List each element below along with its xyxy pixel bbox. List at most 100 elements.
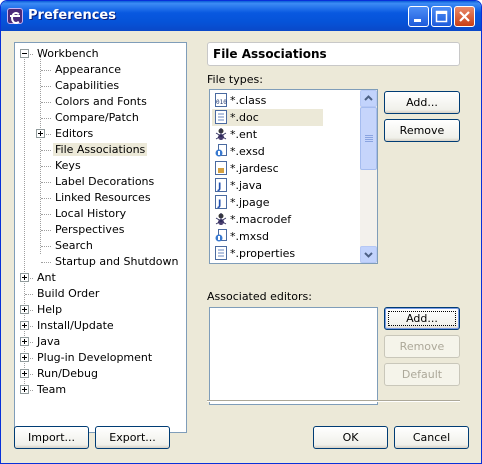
list-item[interactable]: *.mxsd	[212, 228, 323, 245]
list-item[interactable]: *.macrodef	[212, 211, 323, 228]
import-button[interactable]: Import...	[14, 426, 89, 449]
tree-connector	[41, 150, 51, 151]
list-item[interactable]: J *.java	[212, 177, 323, 194]
maximize-icon	[435, 10, 448, 23]
collapse-icon[interactable]	[20, 49, 29, 58]
expand-icon[interactable]	[20, 337, 29, 346]
chevron-down-icon	[364, 252, 373, 258]
tree-item[interactable]: Java	[35, 334, 62, 350]
tree-item-label: Java	[37, 335, 61, 348]
tree-item-label: Linked Resources	[55, 191, 151, 204]
file-type-label: *.java	[230, 179, 263, 192]
list-item[interactable]: *.jardesc	[212, 160, 323, 177]
tree-item[interactable]: Startup and Shutdown	[53, 254, 180, 270]
expand-icon[interactable]	[20, 321, 29, 330]
list-item[interactable]: *.ent	[212, 126, 323, 143]
eclipse-app-icon	[7, 8, 23, 24]
list-item[interactable]: *.doc	[212, 109, 323, 126]
tree-item[interactable]: Editors	[53, 126, 95, 142]
tree-connector	[41, 86, 51, 87]
expand-icon[interactable]	[20, 273, 29, 282]
schema-file-icon	[215, 144, 227, 157]
tree-item[interactable]: Team	[35, 382, 68, 398]
maximize-button[interactable]	[431, 6, 452, 27]
expand-icon[interactable]	[36, 129, 45, 138]
tree-item[interactable]: Perspectives	[53, 222, 126, 238]
file-types-list[interactable]: *.properties *.mxsd *.macrodef J *.jpage J *.j…	[209, 89, 378, 264]
file-type-label: *.mxsd	[230, 230, 269, 243]
tree-item[interactable]: Label Decorations	[53, 174, 156, 190]
file-type-label: *.doc	[230, 111, 259, 124]
minimize-icon	[414, 19, 421, 22]
file-type-label: *.class	[230, 94, 267, 107]
tree-item[interactable]: Install/Update	[35, 318, 116, 334]
tree-connector	[25, 294, 33, 295]
close-icon	[459, 11, 470, 22]
tree-item-label: Team	[37, 383, 67, 396]
tree-item-label: Perspectives	[55, 223, 125, 236]
java-file-icon: J	[215, 178, 227, 192]
jar-file-icon	[215, 161, 227, 175]
ok-button[interactable]: OK	[313, 426, 388, 449]
tree-item[interactable]: Capabilities	[53, 78, 121, 94]
default-editor-button[interactable]: Default	[384, 363, 460, 386]
list-item[interactable]: 010 *.class	[212, 92, 323, 109]
file-type-label: *.properties	[230, 247, 296, 260]
associated-editors-label: Associated editors:	[207, 290, 312, 303]
tree-item[interactable]: Search	[53, 238, 95, 254]
tree-item[interactable]: Colors and Fonts	[53, 94, 149, 110]
tree-item[interactable]: Linked Resources	[53, 190, 153, 206]
page-title: File Associations	[207, 42, 460, 66]
expand-icon[interactable]	[20, 305, 29, 314]
expand-icon[interactable]	[20, 353, 29, 362]
expand-icon[interactable]	[20, 369, 29, 378]
file-types-scrollbar[interactable]	[360, 90, 377, 263]
preferences-tree[interactable]: Workbench Appearance Capabilities Colors an…	[14, 42, 187, 433]
svg-text:J: J	[217, 199, 221, 209]
tree-item[interactable]: Keys	[53, 158, 83, 174]
file-type-label: *.exsd	[230, 145, 265, 158]
add-editor-button[interactable]: Add...	[384, 307, 460, 330]
remove-editor-button[interactable]: Remove	[384, 335, 460, 358]
window-title: Preferences	[28, 8, 116, 23]
minimize-button[interactable]	[408, 6, 429, 27]
cancel-button[interactable]: Cancel	[394, 426, 469, 449]
tree-item[interactable]: Local History	[53, 206, 128, 222]
tree-item[interactable]: File Associations	[53, 142, 148, 158]
tree-item[interactable]: Build Order	[35, 286, 101, 302]
tree-connector	[41, 182, 51, 183]
tree-item[interactable]: Help	[35, 302, 64, 318]
scroll-down-button[interactable]	[360, 246, 377, 263]
tree-item[interactable]: Run/Debug	[35, 366, 100, 382]
ant-icon	[215, 128, 227, 140]
list-item[interactable]: *.properties	[212, 245, 323, 262]
tree-item-label: Plug-in Development	[37, 351, 153, 364]
tree-item-label: Colors and Fonts	[55, 95, 147, 108]
tree-item[interactable]: Appearance	[53, 62, 123, 78]
list-item[interactable]: J *.jpage	[212, 194, 323, 211]
tree-connector	[41, 118, 51, 119]
scroll-thumb[interactable]	[360, 107, 377, 170]
expand-icon[interactable]	[20, 385, 29, 394]
tree-item-label: Appearance	[55, 63, 122, 76]
tree-item-label: Workbench	[37, 47, 99, 60]
preferences-window: Preferences Workbench Appearance Capabilit…	[0, 0, 482, 464]
tree-item-label: Help	[37, 303, 63, 316]
remove-file-type-button[interactable]: Remove	[384, 119, 460, 142]
tree-connector	[41, 198, 51, 199]
tree-item[interactable]: Workbench	[35, 46, 101, 62]
title-bar[interactable]: Preferences	[1, 1, 481, 31]
scroll-up-button[interactable]	[360, 90, 377, 107]
associated-editors-list[interactable]	[209, 307, 378, 405]
java-file-icon: J	[215, 195, 227, 209]
export-button[interactable]: Export...	[95, 426, 170, 449]
close-button[interactable]	[454, 6, 475, 27]
file-type-label: *.macrodef	[230, 213, 292, 226]
tree-item[interactable]: Ant	[35, 270, 58, 286]
tree-item[interactable]: Compare/Patch	[53, 110, 141, 126]
list-item[interactable]: *.exsd	[212, 143, 323, 160]
tree-connector	[41, 230, 51, 231]
add-file-type-button[interactable]: Add...	[384, 91, 460, 114]
tree-item[interactable]: Plug-in Development	[35, 350, 154, 366]
tree-item-label: Local History	[55, 207, 127, 220]
